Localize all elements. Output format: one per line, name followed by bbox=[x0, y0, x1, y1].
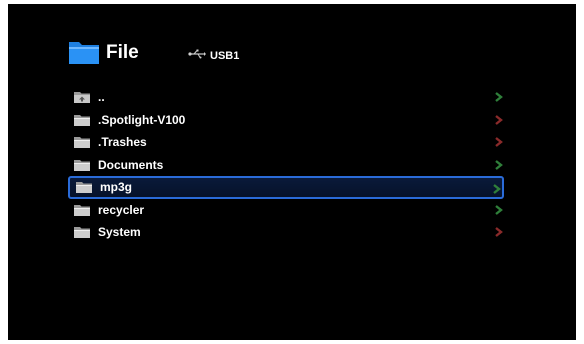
list-item-label: mp3g bbox=[100, 180, 133, 195]
list-item-label: .Trashes bbox=[98, 135, 147, 150]
chevron-right-icon bbox=[495, 92, 503, 102]
media-player-screen: File USB1 .. .Spotlight-V100 .Trashes Docum… bbox=[8, 4, 576, 340]
chevron-right-icon bbox=[495, 227, 503, 237]
list-item-label: recycler bbox=[98, 202, 145, 217]
chevron-right-icon bbox=[493, 184, 501, 194]
list-item[interactable]: .Trashes bbox=[68, 131, 504, 154]
chevron-right-icon bbox=[495, 204, 503, 215]
list-item-label: Documents bbox=[98, 157, 164, 172]
folder-icon bbox=[74, 114, 90, 126]
folder-icon bbox=[74, 204, 90, 216]
parent-folder-icon bbox=[74, 92, 90, 104]
list-item-label: .. bbox=[98, 90, 105, 105]
usb-icon bbox=[188, 49, 206, 59]
list-item-label: System bbox=[98, 225, 141, 240]
device-label: USB1 bbox=[210, 50, 240, 62]
list-item[interactable]: mp3g bbox=[68, 176, 504, 199]
folder-icon bbox=[74, 137, 90, 149]
list-item[interactable]: System bbox=[68, 221, 504, 244]
folder-icon bbox=[74, 159, 90, 171]
list-item[interactable]: Documents bbox=[68, 154, 504, 177]
list-item-label: .Spotlight-V100 bbox=[98, 112, 186, 127]
list-item[interactable]: .. bbox=[68, 86, 504, 109]
chevron-right-icon bbox=[495, 159, 503, 170]
page-title: File bbox=[106, 42, 139, 63]
list-item[interactable]: .Spotlight-V100 bbox=[68, 109, 504, 132]
chevron-right-icon bbox=[495, 114, 503, 125]
folder-icon bbox=[69, 42, 99, 64]
list-item[interactable]: recycler bbox=[68, 199, 504, 222]
folder-icon bbox=[76, 182, 92, 194]
file-list: .. .Spotlight-V100 .Trashes Documents mp3g re… bbox=[68, 86, 504, 244]
chevron-right-icon bbox=[495, 137, 503, 147]
folder-icon bbox=[74, 227, 90, 239]
